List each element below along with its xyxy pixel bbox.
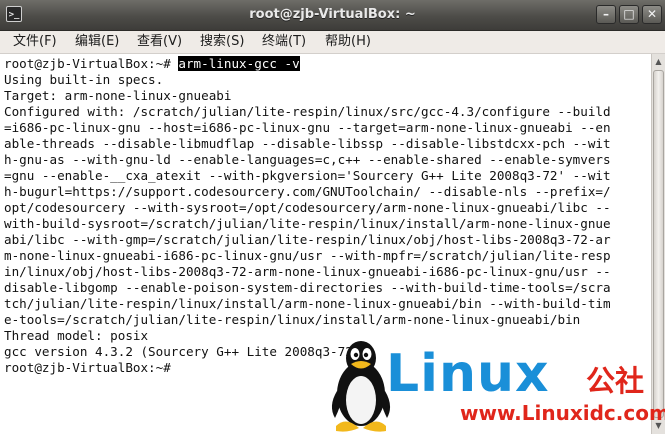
linuxidc-watermark: Linux 公社 www.Linuxidc.com	[326, 336, 665, 434]
menu-view[interactable]: 查看(V)	[137, 31, 182, 53]
terminal-line: =i686-pc-linux-gnu --host=i686-pc-linux-…	[4, 120, 611, 135]
terminal-line: disable-libgomp --enable-poison-system-d…	[4, 280, 611, 295]
terminal-line: gcc version 4.3.2 (Sourcery G++ Lite 200…	[4, 344, 361, 359]
terminal-line: with-build-sysroot=/scratch/julian/lite-…	[4, 216, 611, 231]
terminal-final-prompt: root@zjb-VirtualBox:~#	[4, 360, 179, 375]
menu-terminal[interactable]: 终端(T)	[262, 31, 306, 53]
selected-command: arm-linux-gcc -v	[178, 56, 300, 71]
terminal-line: m-none-linux-gnueabi-i686-pc-linux-gnu/u…	[4, 248, 611, 263]
terminal-line: able-threads --disable-libmudflap --disa…	[4, 136, 611, 151]
terminal-line: Configured with: /scratch/julian/lite-re…	[4, 104, 611, 119]
watermark-url: www.Linuxidc.com	[460, 401, 665, 425]
menu-search[interactable]: 搜索(S)	[200, 31, 244, 53]
terminal-line: h-bugurl=https://support.codesourcery.co…	[4, 184, 611, 199]
shell-prompt: root@zjb-VirtualBox:~#	[4, 56, 179, 71]
terminal-line: abi/libc --with-gmp=/scratch/julian/lite…	[4, 232, 611, 247]
terminal-line: Thread model: posix	[4, 328, 149, 343]
menu-edit[interactable]: 编辑(E)	[75, 31, 119, 53]
terminal-line: Target: arm-none-linux-gnueabi	[4, 88, 232, 103]
terminal-line: tch/julian/lite-respin/linux/install/arm…	[4, 296, 611, 311]
menu-help[interactable]: 帮助(H)	[325, 31, 371, 53]
menu-file[interactable]: 文件(F)	[13, 31, 57, 53]
maximize-button[interactable]: □	[619, 5, 639, 24]
terminal-line: e-tools=/scratch/julian/lite-respin/linu…	[4, 312, 581, 327]
terminal-line: in/linux/obj/host-libs-2008q3-72-arm-non…	[4, 264, 611, 279]
terminal-line: h-gnu-as --with-gnu-ld --enable-language…	[4, 152, 611, 167]
menu-bar: 文件(F) 编辑(E) 查看(V) 搜索(S) 终端(T) 帮助(H)	[0, 31, 665, 54]
watermark-brand: Linux	[386, 344, 550, 404]
terminal-line: Using built-in specs.	[4, 72, 164, 87]
minimize-button[interactable]: –	[596, 5, 616, 24]
scroll-up-arrow-icon[interactable]: ▲	[653, 55, 664, 69]
terminal-command-line: root@zjb-VirtualBox:~# arm-linux-gcc -v	[4, 56, 300, 72]
window-titlebar[interactable]: >_ root@zjb-VirtualBox: ~ – □ ✕	[0, 0, 665, 31]
close-button[interactable]: ✕	[642, 5, 662, 24]
terminal-line: opt/codesourcery --with-sysroot=/opt/cod…	[4, 200, 611, 215]
terminal-line: =gnu --enable-__cxa_atexit --with-pkgver…	[4, 168, 611, 183]
window-title: root@zjb-VirtualBox: ~	[249, 7, 416, 22]
watermark-brand-cn: 公社	[586, 364, 645, 398]
